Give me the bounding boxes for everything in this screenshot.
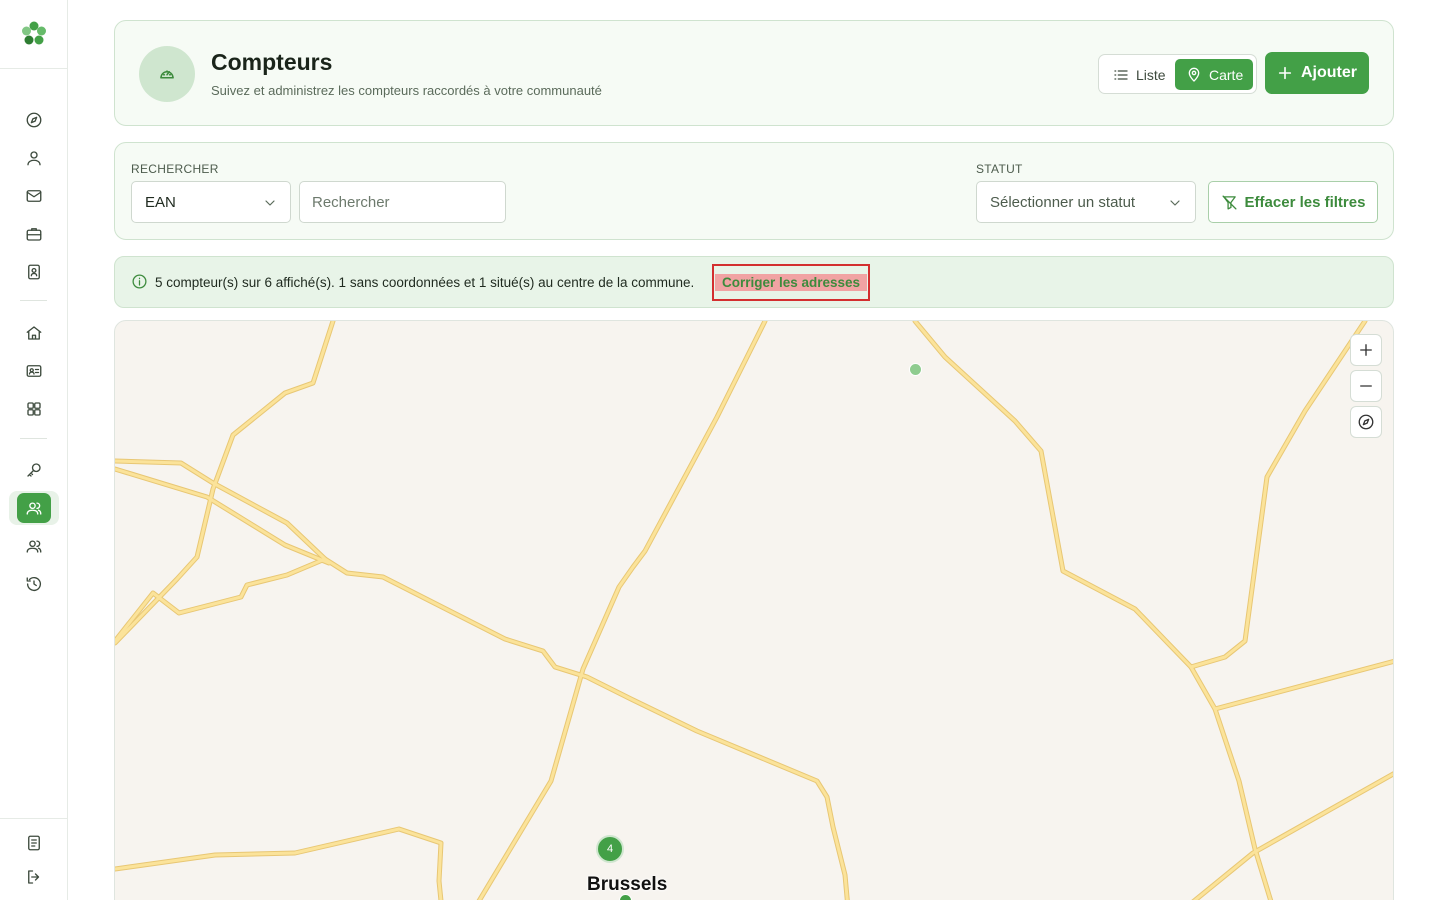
map-view-button[interactable]: Carte (1175, 59, 1253, 90)
search-field-value: EAN (145, 193, 176, 211)
compass-icon (26, 112, 42, 128)
sidebar-item-logout[interactable] (9, 860, 59, 894)
sidebar-item-home[interactable] (9, 316, 59, 350)
document-icon (28, 835, 40, 851)
status-select[interactable]: Sélectionner un statut (976, 181, 1196, 223)
map-pin-icon (1188, 67, 1200, 82)
map-view-label: Carte (1209, 66, 1244, 83)
info-banner: 5 compteur(s) sur 6 affiché(s). 1 sans c… (114, 256, 1394, 308)
add-meter-button[interactable]: Ajouter (1265, 52, 1369, 94)
mail-icon (26, 190, 42, 202)
fix-addresses-label: Corriger les adresses (714, 274, 868, 291)
info-banner-text: 5 compteur(s) sur 6 affiché(s). 1 sans c… (155, 275, 695, 290)
briefcase-icon (26, 228, 42, 241)
cluster-count: 4 (606, 843, 614, 855)
users-icon (26, 502, 42, 515)
filter-off-icon (1222, 194, 1237, 210)
sidebar-item-access[interactable] (9, 453, 59, 487)
sidebar-item-contacts[interactable] (9, 255, 59, 289)
add-meter-label: Ajouter (1301, 64, 1357, 81)
history-icon (26, 577, 42, 592)
sidebar-divider (0, 818, 67, 819)
zoom-out-button[interactable] (1350, 370, 1382, 402)
sidebar-item-members[interactable] (9, 354, 59, 388)
search-field-select[interactable]: EAN (131, 181, 291, 223)
status-select-placeholder: Sélectionner un statut (990, 193, 1136, 211)
key-icon (27, 463, 41, 477)
view-toggle: Liste Carte (1098, 54, 1257, 94)
chevron-down-icon (265, 200, 275, 206)
list-view-label: Liste (1136, 66, 1166, 83)
app-logo-icon[interactable] (20, 20, 48, 48)
user-icon (27, 151, 41, 166)
plus-icon (1360, 344, 1372, 356)
sidebar-item-explore[interactable] (9, 103, 59, 137)
reset-north-button[interactable] (1350, 406, 1382, 438)
fix-addresses-link[interactable]: Corriger les adresses (712, 264, 870, 301)
page-title: Compteurs (211, 49, 333, 75)
sidebar-divider (0, 68, 67, 69)
sidebar-item-groups[interactable] (9, 529, 59, 563)
plus-icon (1278, 66, 1292, 80)
sidebar-item-dashboard[interactable] (9, 392, 59, 426)
users-icon (26, 540, 42, 553)
clear-filters-button[interactable]: Effacer les filtres (1208, 181, 1378, 223)
meter-marker[interactable] (619, 894, 632, 900)
sidebar-item-profile[interactable] (9, 141, 59, 175)
list-view-button[interactable]: Liste (1104, 59, 1170, 90)
sidebar (0, 0, 68, 900)
minus-icon (1360, 385, 1372, 387)
sidebar-active-highlight (17, 493, 51, 523)
list-icon (1114, 69, 1128, 80)
sidebar-item-messages[interactable] (9, 179, 59, 213)
id-card-icon (26, 365, 42, 377)
page-header: Compteurs Suivez et administrez les comp… (114, 20, 1394, 126)
meter-cluster[interactable]: 4 (596, 835, 624, 863)
city-label: Brussels (587, 874, 668, 895)
zoom-in-button[interactable] (1350, 334, 1382, 366)
meter-marker[interactable] (909, 363, 922, 376)
compass-icon (1358, 414, 1374, 430)
grid-icon (27, 402, 41, 416)
search-input[interactable] (299, 181, 506, 223)
sidebar-separator (20, 300, 47, 301)
sidebar-item-meters[interactable] (9, 491, 59, 525)
info-icon (131, 273, 148, 290)
search-label: RECHERCHER (131, 162, 219, 176)
sidebar-separator (20, 438, 47, 439)
sidebar-item-projects[interactable] (9, 217, 59, 251)
sidebar-item-documents[interactable] (9, 826, 59, 860)
sidebar-item-history[interactable] (9, 567, 59, 601)
contacts-icon (28, 264, 40, 280)
page-subtitle: Suivez et administrez les compteurs racc… (211, 83, 602, 98)
map-view[interactable]: 4 Brussels (114, 320, 1394, 900)
logout-icon (28, 870, 40, 884)
gauge-icon (139, 46, 195, 102)
map-roads (115, 321, 1393, 900)
home-icon (26, 326, 42, 340)
chevron-down-icon (1170, 200, 1180, 206)
clear-filters-label: Effacer les filtres (1244, 193, 1366, 211)
filters-panel: RECHERCHER EAN STATUT Sélectionner un st… (114, 142, 1394, 240)
status-label: STATUT (976, 162, 1023, 176)
